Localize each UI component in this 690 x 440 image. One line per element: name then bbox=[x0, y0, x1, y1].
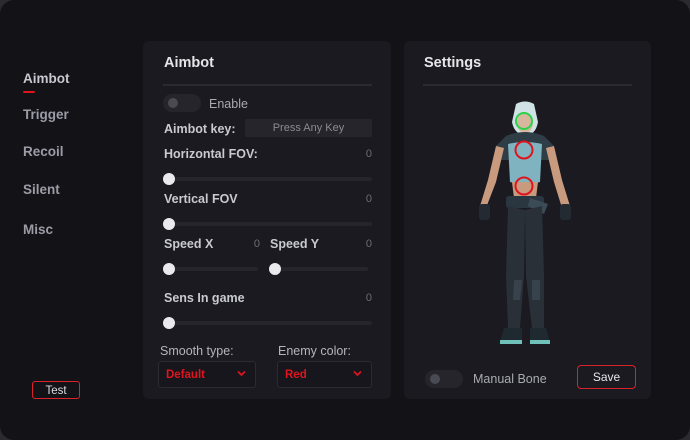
horizontal-fov-track[interactable] bbox=[163, 177, 372, 181]
smooth-type-value: Default bbox=[166, 369, 205, 381]
settings-divider bbox=[423, 84, 632, 86]
save-button[interactable]: Save bbox=[577, 365, 636, 389]
speed-x-track[interactable] bbox=[163, 267, 258, 271]
aimbot-key-input[interactable]: Press Any Key bbox=[245, 119, 372, 137]
aimbot-key-label: Aimbot key: bbox=[164, 122, 236, 136]
sens-in-game-slider-knob[interactable] bbox=[163, 317, 175, 329]
sidebar-item-trigger[interactable]: Trigger bbox=[23, 107, 69, 122]
speed-y-slider-knob[interactable] bbox=[269, 263, 281, 275]
speed-x-value: 0 bbox=[253, 238, 260, 250]
chevron-down-icon bbox=[353, 370, 362, 377]
enable-label: Enable bbox=[209, 97, 248, 111]
sidebar-item-aimbot[interactable]: Aimbot bbox=[23, 71, 70, 86]
speed-y-track[interactable] bbox=[269, 267, 368, 271]
horizontal-fov-value: 0 bbox=[365, 148, 372, 160]
settings-panel-title: Settings bbox=[424, 55, 482, 71]
horizontal-fov-label: Horizontal FOV: bbox=[164, 147, 258, 161]
speed-y-value: 0 bbox=[365, 238, 372, 250]
smooth-type-select[interactable]: Default bbox=[158, 361, 256, 388]
horizontal-fov-slider-knob[interactable] bbox=[163, 173, 175, 185]
vertical-fov-track[interactable] bbox=[163, 222, 372, 226]
manual-bone-label: Manual Bone bbox=[473, 372, 547, 386]
sidebar-item-recoil[interactable]: Recoil bbox=[23, 144, 64, 159]
enemy-color-label: Enemy color: bbox=[278, 344, 351, 358]
speed-x-slider-knob[interactable] bbox=[163, 263, 175, 275]
sidebar-item-silent[interactable]: Silent bbox=[23, 182, 60, 197]
sens-in-game-track[interactable] bbox=[163, 321, 372, 325]
manual-bone-toggle[interactable] bbox=[425, 370, 463, 388]
vertical-fov-value: 0 bbox=[365, 193, 372, 205]
app-window: Aimbot Trigger Recoil Silent Misc Test A… bbox=[0, 0, 690, 440]
speed-y-label: Speed Y bbox=[270, 237, 320, 251]
active-tab-indicator bbox=[23, 91, 35, 93]
speed-x-label: Speed X bbox=[164, 237, 214, 251]
smooth-type-label: Smooth type: bbox=[160, 344, 234, 358]
character-model-image bbox=[479, 101, 571, 344]
chevron-down-icon bbox=[237, 370, 246, 377]
toggle-knob bbox=[168, 98, 178, 108]
sens-in-game-label: Sens In game bbox=[164, 291, 245, 305]
enemy-color-value: Red bbox=[285, 369, 307, 381]
test-button[interactable]: Test bbox=[32, 381, 80, 399]
vertical-fov-slider-knob[interactable] bbox=[163, 218, 175, 230]
aimbot-divider bbox=[163, 84, 372, 86]
enable-toggle[interactable] bbox=[163, 94, 201, 112]
sidebar-item-misc[interactable]: Misc bbox=[23, 222, 53, 237]
vertical-fov-label: Vertical FOV bbox=[164, 192, 238, 206]
aimbot-panel-title: Aimbot bbox=[164, 55, 214, 71]
toggle-knob bbox=[430, 374, 440, 384]
sens-in-game-value: 0 bbox=[365, 292, 372, 304]
enemy-color-select[interactable]: Red bbox=[277, 361, 372, 388]
